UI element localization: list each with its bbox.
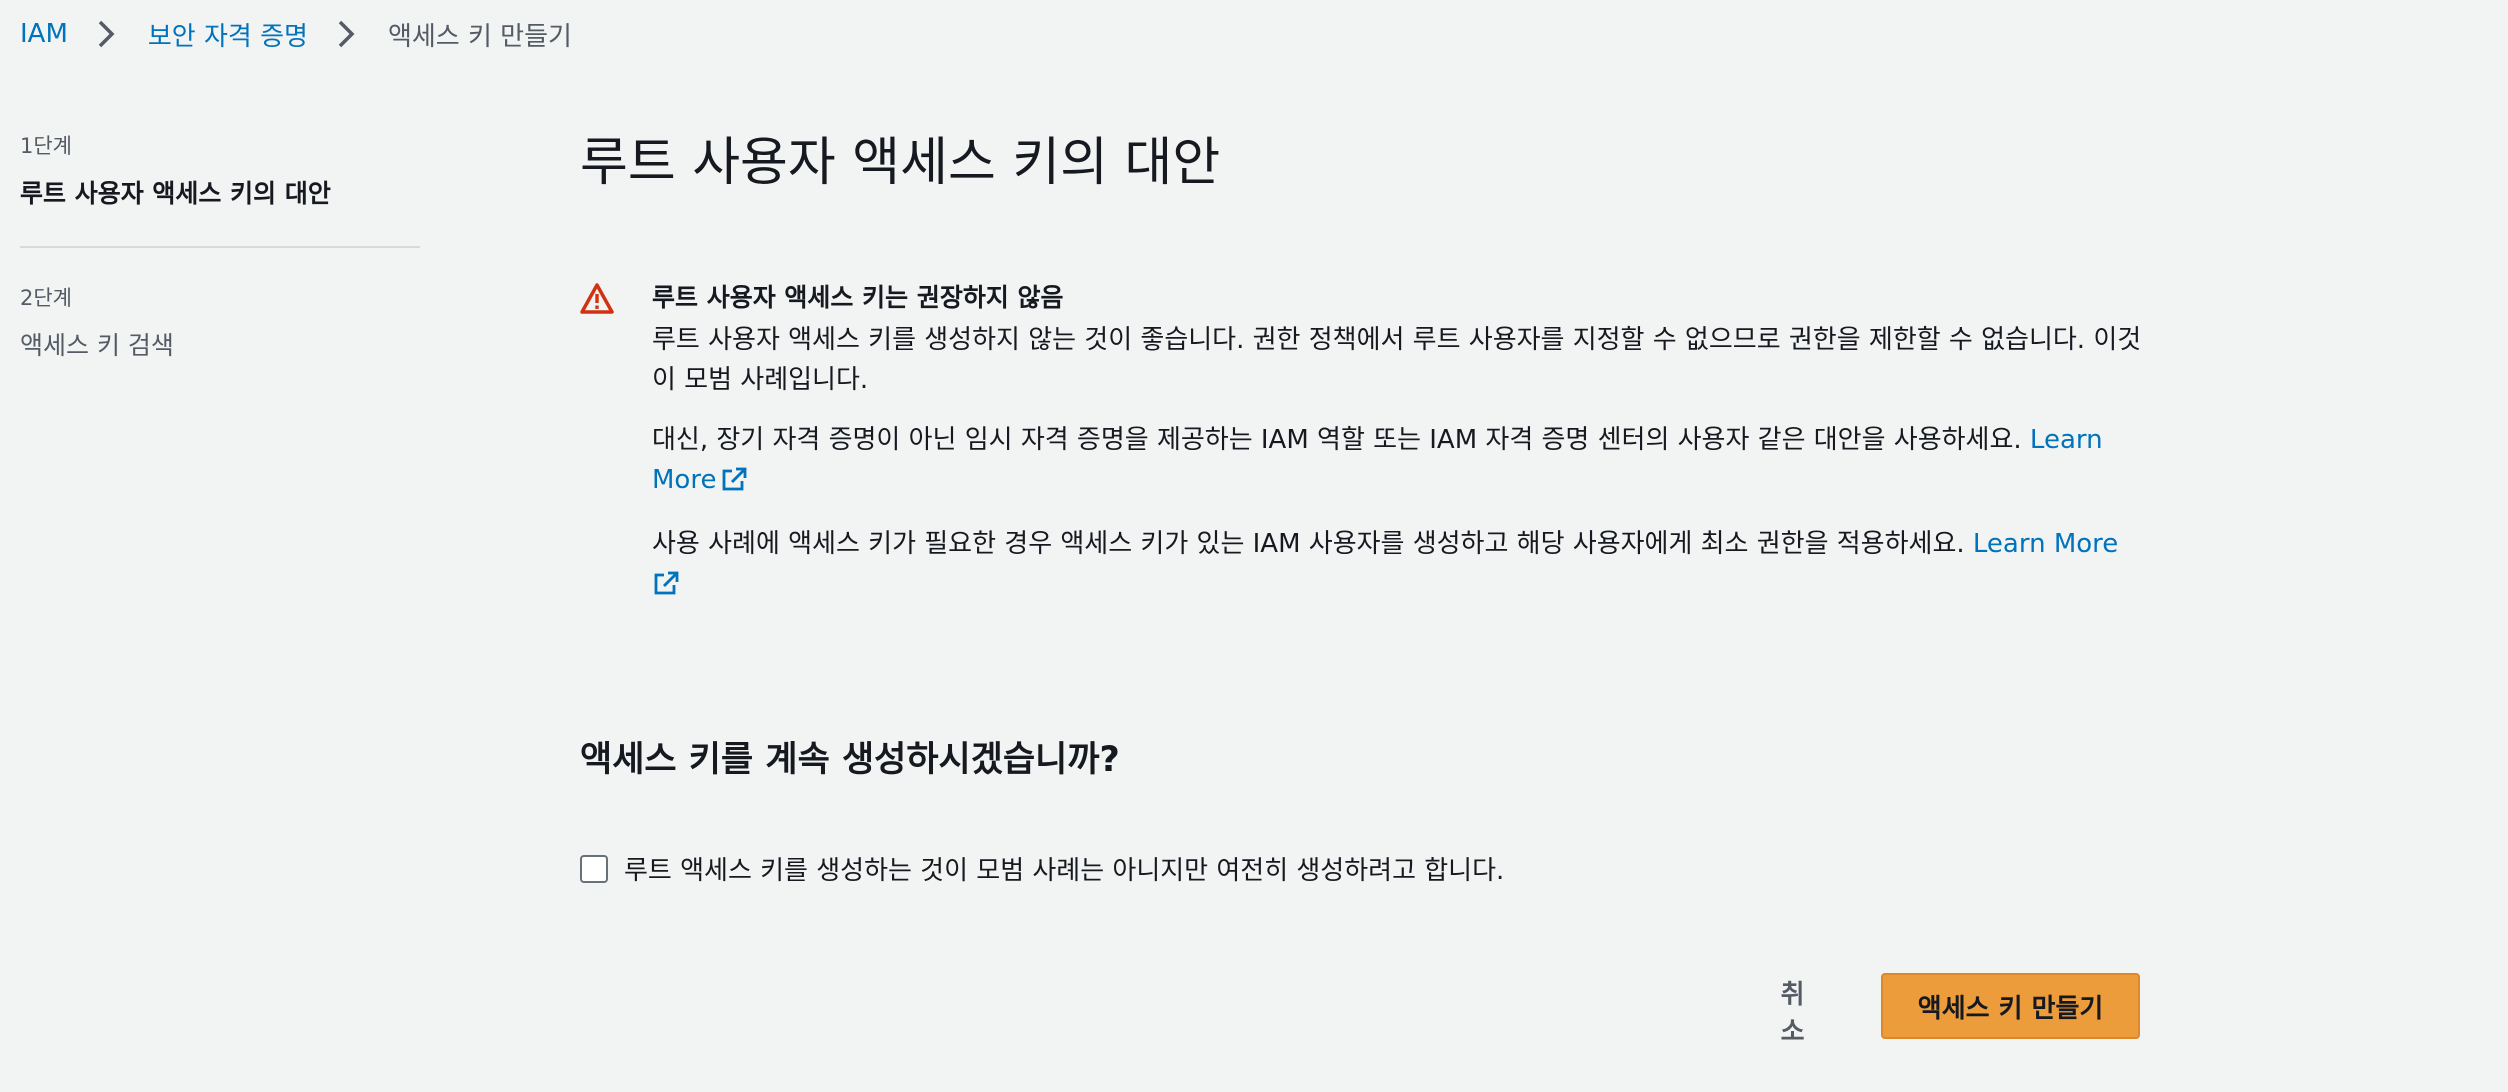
confirm-checkbox[interactable]: [580, 855, 608, 883]
create-access-key-button[interactable]: 액세스 키 만들기: [1881, 973, 2140, 1039]
external-link-icon: [652, 568, 680, 608]
step-2: 2단계 액세스 키 검색: [20, 282, 420, 362]
wizard-steps: 1단계 루트 사용자 액세스 키의 대안 2단계 액세스 키 검색: [20, 130, 420, 362]
chevron-right-icon: [92, 20, 120, 48]
form-actions: 취소 액세스 키 만들기: [1740, 973, 2140, 1039]
alert-body: 루트 사용자 액세스 키는 권장하지 않음 루트 사용자 액세스 키를 생성하지…: [652, 280, 2142, 608]
cancel-button[interactable]: 취소: [1740, 974, 1845, 1038]
confirm-row[interactable]: 루트 액세스 키를 생성하는 것이 모범 사례는 아니지만 여전히 생성하려고 …: [580, 850, 1504, 887]
step-title: 액세스 키 검색: [20, 326, 420, 362]
alert-paragraph: 루트 사용자 액세스 키를 생성하지 않는 것이 좋습니다. 권한 정책에서 루…: [652, 320, 2142, 400]
main-content: 루트 사용자 액세스 키의 대안 루트 사용자 액세스 키는 권장하지 않음 루…: [580, 130, 2140, 196]
alert-heading: 루트 사용자 액세스 키는 권장하지 않음: [652, 280, 2142, 316]
step-number: 2단계: [20, 282, 420, 312]
alert-paragraph: 사용 사례에 액세스 키가 필요한 경우 액세스 키가 있는 IAM 사용자를 …: [652, 524, 2142, 608]
learn-more-label[interactable]: Learn More: [1973, 529, 2118, 559]
warning-icon: [580, 282, 614, 316]
confirm-label[interactable]: 루트 액세스 키를 생성하는 것이 모범 사례는 아니지만 여전히 생성하려고 …: [624, 850, 1504, 887]
breadcrumb: IAM 보안 자격 증명 액세스 키 만들기: [20, 14, 572, 54]
alert-paragraph: 대신, 장기 자격 증명이 아닌 임시 자격 증명을 제공하는 IAM 역할 또…: [652, 420, 2142, 504]
breadcrumb-create-access-key: 액세스 키 만들기: [388, 16, 572, 53]
breadcrumb-security-credentials[interactable]: 보안 자격 증명: [148, 16, 308, 53]
alert-paragraph-text: 사용 사례에 액세스 키가 필요한 경우 액세스 키가 있는 IAM 사용자를 …: [652, 529, 1965, 559]
alert-paragraph-text: 대신, 장기 자격 증명이 아닌 임시 자격 증명을 제공하는 IAM 역할 또…: [652, 425, 2022, 455]
external-link-icon: [720, 464, 748, 504]
breadcrumb-iam[interactable]: IAM: [20, 19, 68, 49]
page-title: 루트 사용자 액세스 키의 대안: [580, 130, 2140, 196]
step-divider: [20, 246, 420, 248]
step-title: 루트 사용자 액세스 키의 대안: [20, 174, 420, 210]
step-number: 1단계: [20, 130, 420, 160]
step-1[interactable]: 1단계 루트 사용자 액세스 키의 대안: [20, 130, 420, 210]
chevron-right-icon: [332, 20, 360, 48]
section-question: 액세스 키를 계속 생성하시겠습니까?: [580, 737, 1120, 783]
